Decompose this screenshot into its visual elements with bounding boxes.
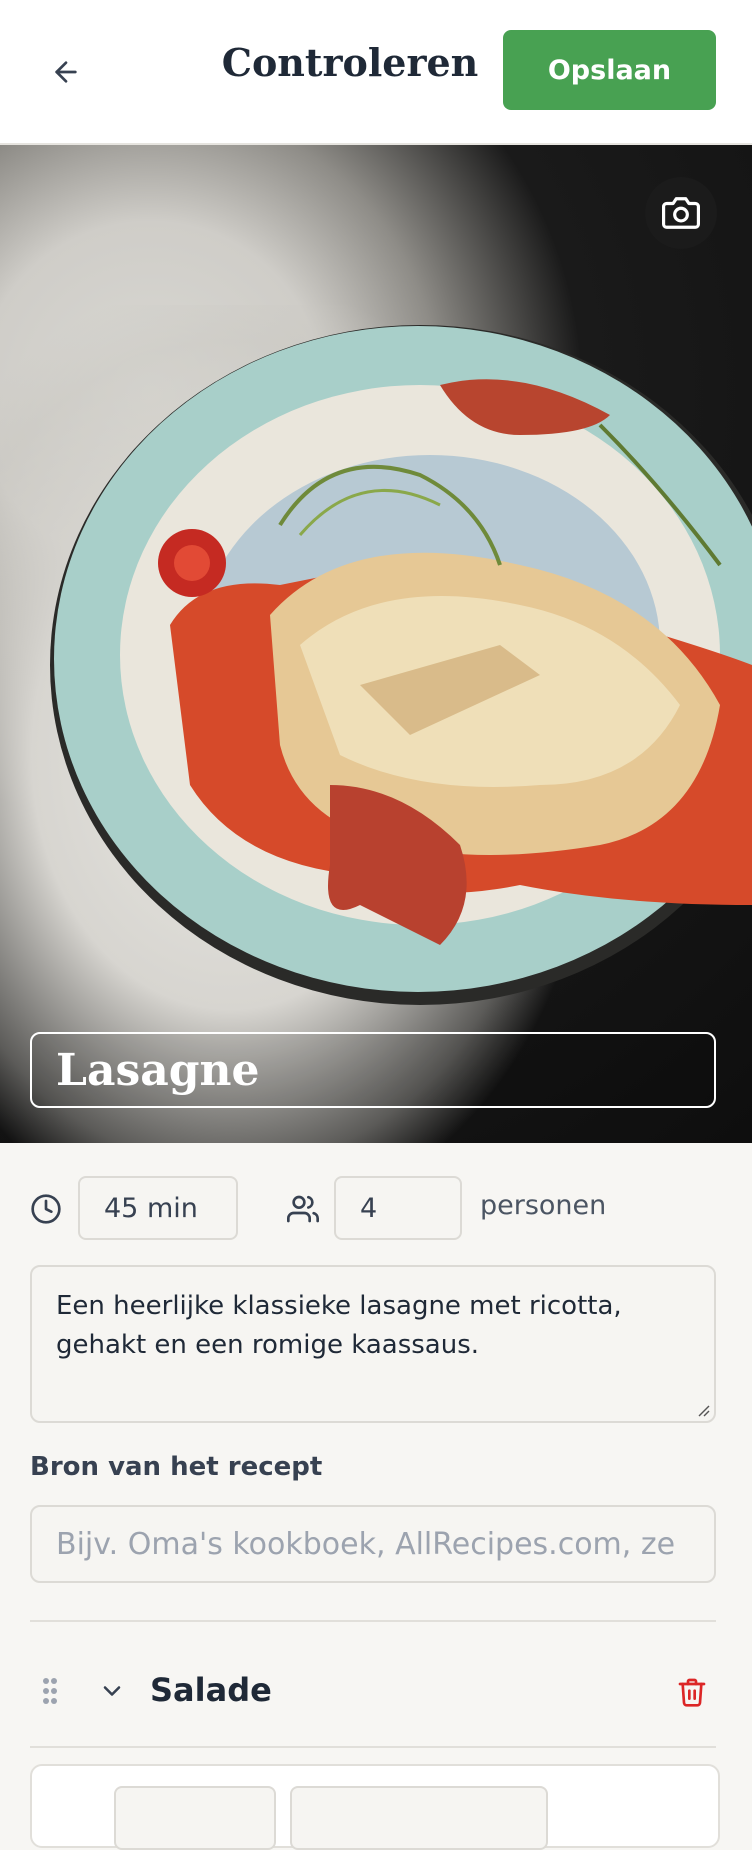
source-label: Bron van het recept (30, 1452, 323, 1482)
section-header: Salade (30, 1657, 716, 1727)
servings-input[interactable]: 4 (334, 1176, 462, 1240)
unit-field[interactable] (290, 1786, 548, 1850)
divider (30, 1746, 716, 1748)
time-input[interactable]: 45 min (78, 1176, 238, 1240)
users-icon (287, 1195, 319, 1223)
save-button[interactable]: Opslaan (503, 30, 716, 110)
change-photo-button[interactable] (645, 177, 717, 249)
trash-icon[interactable] (676, 1675, 708, 1709)
section-title[interactable]: Salade (150, 1671, 272, 1709)
resize-handle-icon[interactable] (696, 1403, 710, 1417)
source-input[interactable]: Bijv. Oma's kookboek, AllRecipes.com, ze (30, 1505, 716, 1583)
recipe-meta-row: 45 min 4 personen (30, 1176, 720, 1242)
ingredient-card (30, 1764, 720, 1850)
divider (30, 1620, 716, 1622)
top-bar: Controleren Opslaan (0, 0, 752, 145)
drag-handle-icon[interactable] (42, 1677, 58, 1705)
quantity-field[interactable] (114, 1786, 276, 1850)
description-text: Een heerlijke klassieke lasagne met rico… (56, 1291, 622, 1360)
description-textarea[interactable]: Een heerlijke klassieke lasagne met rico… (30, 1265, 716, 1423)
recipe-photo: Lasagne (0, 145, 752, 1143)
clock-icon (31, 1194, 61, 1224)
camera-icon (662, 197, 700, 229)
servings-unit-label: personen (480, 1190, 607, 1221)
lasagne-photo (50, 325, 752, 1005)
chevron-down-icon[interactable] (98, 1677, 126, 1705)
recipe-title-input[interactable]: Lasagne (30, 1032, 716, 1108)
